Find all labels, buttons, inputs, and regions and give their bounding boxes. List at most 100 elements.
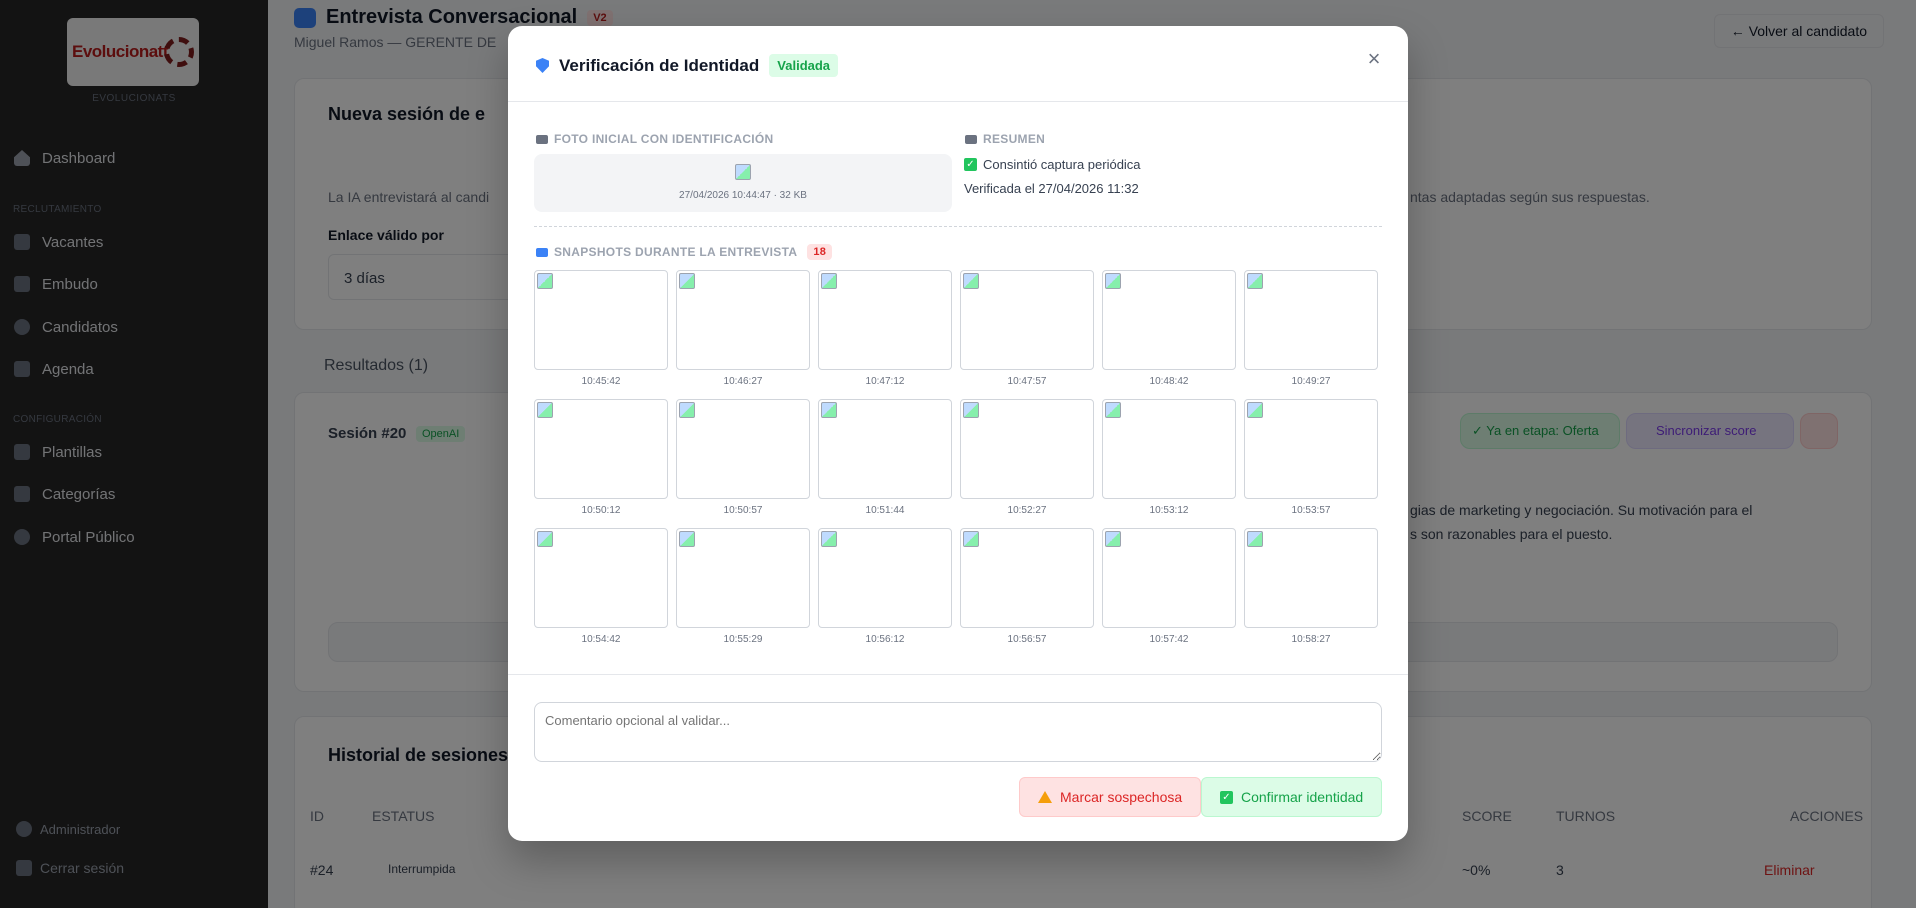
photo-meta: 27/04/2026 10:44:47 · 32 KB [679, 190, 807, 201]
consent-text: Consintió captura periódica [983, 157, 1141, 172]
snapshot-time: 10:53:12 [1149, 505, 1189, 516]
snapshot-item[interactable]: 10:58:27 [1244, 528, 1378, 645]
snapshot-image[interactable] [1244, 528, 1378, 628]
summary-icon [965, 134, 977, 144]
snapshot-time: 10:56:12 [865, 634, 905, 645]
snapshot-time: 10:49:27 [1291, 376, 1331, 387]
snapshot-time: 10:53:57 [1291, 505, 1331, 516]
broken-image-icon [1247, 402, 1263, 418]
id-photo-section-label: FOTO INICIAL CON IDENTIFICACIÓN [536, 132, 774, 146]
broken-image-icon [537, 531, 553, 547]
snapshot-time: 10:45:42 [581, 376, 621, 387]
snapshot-item[interactable]: 10:47:12 [818, 270, 952, 387]
snapshot-image[interactable] [818, 270, 952, 370]
snapshot-image[interactable] [960, 528, 1094, 628]
snapshot-count-badge: 18 [807, 244, 833, 260]
mark-suspicious-button[interactable]: Marcar sospechosa [1019, 777, 1202, 817]
snapshot-item[interactable]: 10:52:27 [960, 399, 1094, 516]
snapshot-item[interactable]: 10:50:12 [534, 399, 668, 516]
snapshot-image[interactable] [818, 399, 952, 499]
shield-icon [536, 58, 549, 73]
broken-image-icon [679, 531, 695, 547]
snapshot-item[interactable]: 10:55:29 [676, 528, 810, 645]
snapshot-item[interactable]: 10:45:42 [534, 270, 668, 387]
summary-section-label: RESUMEN [965, 132, 1045, 146]
verified-date: Verificada el 27/04/2026 11:32 [964, 181, 1139, 196]
snapshot-image[interactable] [676, 528, 810, 628]
snapshot-item[interactable]: 10:46:27 [676, 270, 810, 387]
warning-icon [1038, 791, 1052, 803]
snapshot-item[interactable]: 10:50:57 [676, 399, 810, 516]
snapshot-image[interactable] [1244, 270, 1378, 370]
snapshot-item[interactable]: 10:56:57 [960, 528, 1094, 645]
broken-image-icon [1105, 402, 1121, 418]
broken-image-icon [1105, 273, 1121, 289]
summary-section-text: RESUMEN [983, 132, 1046, 146]
broken-image-icon [821, 273, 837, 289]
snapshot-time: 10:46:27 [723, 376, 763, 387]
snapshot-time: 10:58:27 [1291, 634, 1331, 645]
snapshot-time: 10:56:57 [1007, 634, 1047, 645]
snapshot-image[interactable] [960, 270, 1094, 370]
modal-title-text: Verificación de Identidad [559, 55, 760, 75]
snapshot-item[interactable]: 10:47:57 [960, 270, 1094, 387]
snapshot-time: 10:51:44 [865, 505, 905, 516]
confirm-identity-button[interactable]: ✓ Confirmar identidad [1201, 777, 1383, 817]
snapshot-item[interactable]: 10:56:12 [818, 528, 952, 645]
snapshot-item[interactable]: 10:48:42 [1102, 270, 1236, 387]
broken-image-icon [821, 531, 837, 547]
snapshot-item[interactable]: 10:53:12 [1102, 399, 1236, 516]
mark-suspicious-label: Marcar sospechosa [1060, 789, 1183, 805]
snapshot-image[interactable] [534, 528, 668, 628]
snapshot-image[interactable] [1102, 399, 1236, 499]
snapshot-grid: 10:45:42 10:46:27 10:47:12 10:47:57 10:48:42… [534, 270, 1384, 645]
checkbox-checked-icon: ✓ [1220, 790, 1233, 804]
broken-image-icon [963, 402, 979, 418]
snapshot-time: 10:50:12 [581, 505, 621, 516]
broken-image-icon [963, 273, 979, 289]
snapshot-time: 10:52:27 [1007, 505, 1047, 516]
modal-header: Verificación de Identidad Validada × [508, 26, 1408, 102]
snapshot-time: 10:54:42 [581, 634, 621, 645]
snapshot-item[interactable]: 10:53:57 [1244, 399, 1378, 516]
snapshot-time: 10:50:57 [723, 505, 763, 516]
snapshot-time: 10:57:42 [1149, 634, 1189, 645]
snapshot-image[interactable] [818, 528, 952, 628]
snapshot-time: 10:48:42 [1149, 376, 1189, 387]
id-photo-preview[interactable]: 27/04/2026 10:44:47 · 32 KB [534, 154, 952, 212]
snapshot-image[interactable] [534, 399, 668, 499]
broken-image-icon [1247, 273, 1263, 289]
snapshot-item[interactable]: 10:57:42 [1102, 528, 1236, 645]
id-card-icon [536, 134, 548, 144]
snapshot-time: 10:55:29 [723, 634, 763, 645]
snapshot-item[interactable]: 10:51:44 [818, 399, 952, 516]
broken-image-icon [679, 273, 695, 289]
footer-divider [508, 674, 1408, 675]
section-divider [534, 226, 1382, 227]
id-photo-section-text: FOTO INICIAL CON IDENTIFICACIÓN [554, 132, 774, 146]
comment-input[interactable] [534, 702, 1382, 762]
broken-image-icon [1247, 531, 1263, 547]
snapshot-image[interactable] [1102, 270, 1236, 370]
snapshot-image[interactable] [960, 399, 1094, 499]
snapshot-image[interactable] [676, 270, 810, 370]
snapshot-time: 10:47:12 [865, 376, 905, 387]
broken-image-icon [735, 164, 751, 180]
snapshot-image[interactable] [1102, 528, 1236, 628]
broken-image-icon [821, 402, 837, 418]
broken-image-icon [537, 273, 553, 289]
snapshot-item[interactable]: 10:54:42 [534, 528, 668, 645]
identity-verification-modal: Verificación de Identidad Validada × FOT… [508, 26, 1408, 841]
snapshots-section-text: SNAPSHOTS DURANTE LA ENTREVISTA [554, 245, 798, 259]
close-icon[interactable]: × [1364, 48, 1384, 70]
broken-image-icon [963, 531, 979, 547]
snapshot-image[interactable] [1244, 399, 1378, 499]
status-badge: Validada [769, 54, 839, 77]
snapshots-section-label: SNAPSHOTS DURANTE LA ENTREVISTA 18 [536, 244, 833, 260]
snapshot-item[interactable]: 10:49:27 [1244, 270, 1378, 387]
snapshot-image[interactable] [676, 399, 810, 499]
consent-line: ✓ Consintió captura periódica [964, 157, 1141, 172]
snapshot-image[interactable] [534, 270, 668, 370]
confirm-identity-label: Confirmar identidad [1241, 789, 1364, 805]
broken-image-icon [1105, 531, 1121, 547]
